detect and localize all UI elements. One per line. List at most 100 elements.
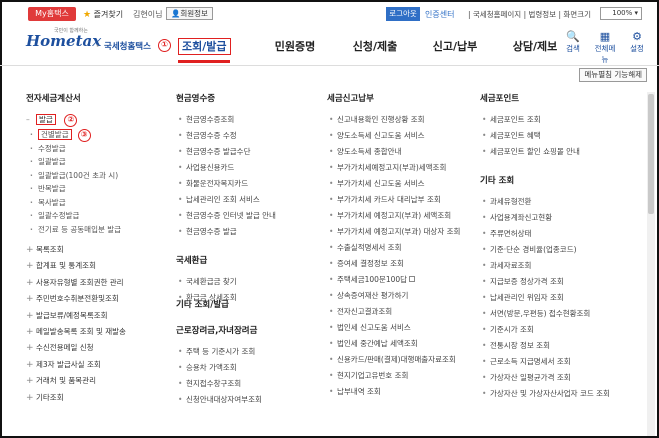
menu-item[interactable]: 세금포인트 조회 <box>480 112 640 128</box>
menu-item[interactable]: 전자신고결과조회 <box>327 304 482 320</box>
search-button[interactable]: 🔍 검색 <box>561 30 585 65</box>
hometax-logo[interactable]: 국민이 함께하는 Hometax 국세청홈택스 <box>26 28 151 54</box>
menu-item[interactable]: 기타조회 <box>26 390 166 407</box>
menu-item[interactable]: 증여세 결정정보 조회 <box>327 256 482 272</box>
menu-item[interactable]: 신용카드/판매(결제)대행매출자료조회 <box>327 352 482 368</box>
menu-item-label: 전통시장 정보 조회 <box>490 341 550 350</box>
menu-item[interactable]: 환급금 상세조회 <box>176 290 316 306</box>
menu-item[interactable]: 가상자산 및 가상자산사업자 코드 조회 <box>480 386 640 402</box>
menu-item[interactable]: 현지기업고유번호 조회 <box>327 368 482 384</box>
menu-item[interactable]: 세금포인트 할인 쇼핑몰 안내 <box>480 144 640 160</box>
menu-item[interactable]: 합계표 및 통계조회 <box>26 258 166 275</box>
menu-issue[interactable]: 발급 ② <box>26 112 166 128</box>
menu-item[interactable]: 복사발급 <box>26 196 166 210</box>
nav-item-consult[interactable]: 상담/제보 <box>500 38 570 54</box>
header: 국민이 함께하는 Hometax 국세청홈택스 ① 조회/발급 민원증명 신청/… <box>0 26 659 66</box>
nav-label: 민원증명 <box>274 40 316 53</box>
menu-item[interactable]: 신청안내대상자여부조회 <box>176 392 316 408</box>
menu-item[interactable]: 납세관리인 조회 서비스 <box>176 192 316 208</box>
menu-item[interactable]: 상속증여재산 평가하기 <box>327 288 482 304</box>
section-title: 전자세금계산서 <box>26 94 81 104</box>
menu-item[interactable]: 신고내용확인 진행상황 조회 <box>327 112 482 128</box>
menu-item[interactable]: 기준·단순 경비율(업종코드) <box>480 242 640 258</box>
nav-label: 상담/제보 <box>512 40 558 53</box>
menu-item[interactable]: 가상자산 일평균가격 조회 <box>480 370 640 386</box>
menu-item[interactable]: 현금영수증 인터넷 발급 안내 <box>176 208 316 224</box>
vertical-scrollbar[interactable] <box>647 92 655 436</box>
cert-center-link[interactable]: 인증센터 <box>425 9 454 20</box>
menu-item[interactable]: 일괄수정발급 <box>26 209 166 223</box>
incentive-list: 주택 등 기준시가 조회승용차 가액조회현지접수창구조회신청안내대상자여부조회 <box>176 344 316 408</box>
menu-item-label: 반복발급 <box>38 184 66 193</box>
top-links[interactable]: | 국세청홈페이지 | 법령정보 | 화면크기 <box>468 9 591 20</box>
menu-item[interactable]: 세금포인트 혜택 <box>480 128 640 144</box>
menu-item[interactable]: 사업용신용카드 <box>176 160 316 176</box>
menu-item[interactable]: 부가가치세 예정고지(부과) 세액조회 <box>327 208 482 224</box>
menu-expand-toggle-button[interactable]: 메뉴펼침 기능해제 <box>579 68 647 82</box>
menu-item[interactable]: 반복발급 <box>26 182 166 196</box>
nav-item-certificate[interactable]: 민원증명 <box>260 38 330 54</box>
menu-item[interactable]: 지급보증 정상가격 조회 <box>480 274 640 290</box>
menu-item[interactable]: 현금영수증 수정 <box>176 128 316 144</box>
nav-item-apply[interactable]: 신청/제출 <box>340 38 410 54</box>
menu-item[interactable]: 부가가치세 신고도움 서비스 <box>327 176 482 192</box>
menu-item[interactable]: 현금영수증 발급수단 <box>176 144 316 160</box>
menu-item[interactable]: 부가가치세 카드사 대리납부 조회 <box>327 192 482 208</box>
menu-item[interactable]: 전통시장 정보 조회 <box>480 338 640 354</box>
menu-item[interactable]: 일괄발급(100건 초과 시) <box>26 169 166 183</box>
menu-item[interactable]: 양도소득세 종합안내 <box>327 144 482 160</box>
menu-item[interactable]: 사용자유형별 조회권한 관리 <box>26 275 166 292</box>
menu-item-label: 메일발송목록 조회 및 재발송 <box>36 326 126 336</box>
menu-item[interactable]: 법인세 중간예납 세액조회 <box>327 336 482 352</box>
tax-point-list: 세금포인트 조회세금포인트 혜택세금포인트 할인 쇼핑몰 안내 <box>480 112 640 160</box>
menu-item[interactable]: 메일발송목록 조회 및 재발송 <box>26 324 166 341</box>
menu-item[interactable]: 서면(방문,우편등) 접수현황조회 <box>480 306 640 322</box>
menu-item[interactable]: 주택 등 기준시가 조회 <box>176 344 316 360</box>
menu-item[interactable]: 발급보류/예정목록조회 <box>26 308 166 325</box>
section-title: 현금영수증 <box>176 94 216 104</box>
menu-item[interactable]: 일괄발급 <box>26 155 166 169</box>
nav-item-inquiry[interactable]: 조회/발급 <box>178 38 231 63</box>
all-menu-button[interactable]: ▦ 전체메뉴 <box>593 30 617 65</box>
menu-item[interactable]: 현금영수증조회 <box>176 112 316 128</box>
zoom-select[interactable]: 100% ▾ <box>600 7 642 20</box>
menu-item[interactable]: 법인세 신고도움 서비스 <box>327 320 482 336</box>
menu-item[interactable]: 주택세금100문100답 <box>327 272 482 288</box>
menu-item[interactable]: 화물운전자복지카드 <box>176 176 316 192</box>
menu-item[interactable]: 제3자 발급사실 조회 <box>26 357 166 374</box>
menu-item[interactable]: 부가가치세 예정고지(부과) 대상자 조회 <box>327 224 482 240</box>
menu-item[interactable]: 주류면허상태 <box>480 226 640 242</box>
menu-item-single-issue[interactable]: 건별발급 ③ <box>26 128 166 142</box>
scrollbar-thumb[interactable] <box>648 94 654 214</box>
menu-item[interactable]: 주민번호수취분전환및조회 <box>26 291 166 308</box>
logout-button[interactable]: 로그아웃 <box>386 7 420 21</box>
menu-item[interactable]: 국세환급금 찾기 <box>176 274 316 290</box>
user-name: 김현이님 <box>133 10 163 19</box>
settings-button[interactable]: ⚙ 설정 <box>625 30 649 65</box>
menu-item[interactable]: 양도소득세 신고도움 서비스 <box>327 128 482 144</box>
menu-item[interactable]: 사업용계좌신고현황 <box>480 210 640 226</box>
menu-item[interactable]: 수신전용메일 신청 <box>26 340 166 357</box>
menu-item[interactable]: 수정발급 <box>26 142 166 156</box>
menu-item-label: 가상자산 및 가상자산사업자 코드 조회 <box>490 389 610 398</box>
menu-item[interactable]: 기준시가 조회 <box>480 322 640 338</box>
menu-item[interactable]: 납부내역 조회 <box>327 384 482 400</box>
my-hometax-button[interactable]: My홈택스 <box>28 7 76 21</box>
menu-item[interactable]: 승용차 가액조회 <box>176 360 316 376</box>
menu-item[interactable]: 과세유형전환 <box>480 194 640 210</box>
menu-item[interactable]: 부가가치세예정고지(부과)세액조회 <box>327 160 482 176</box>
nav-item-report[interactable]: 신고/납부 <box>420 38 490 54</box>
menu-item[interactable]: 목록조회 <box>26 242 166 259</box>
menu-item-label: 발급보류/예정목록조회 <box>36 310 108 320</box>
menu-item[interactable]: 현지접수창구조회 <box>176 376 316 392</box>
menu-item[interactable]: 현금영수증 발급 <box>176 224 316 240</box>
menu-item[interactable]: 전기료 등 공동매입분 발급 <box>26 223 166 237</box>
menu-item[interactable]: 납세관리인 위임자 조회 <box>480 290 640 306</box>
menu-item[interactable]: 근로소득 지급명세서 조회 <box>480 354 640 370</box>
menu-item[interactable]: 거래처 및 품목관리 <box>26 373 166 390</box>
menu-item-label: 법인세 중간예납 세액조회 <box>337 339 418 348</box>
favorites-link[interactable]: ★ 즐겨찾기 <box>83 9 123 20</box>
menu-item[interactable]: 과세자료조회 <box>480 258 640 274</box>
user-info-button[interactable]: 👤회원정보 <box>166 7 213 20</box>
menu-item[interactable]: 수출실적명세서 조회 <box>327 240 482 256</box>
